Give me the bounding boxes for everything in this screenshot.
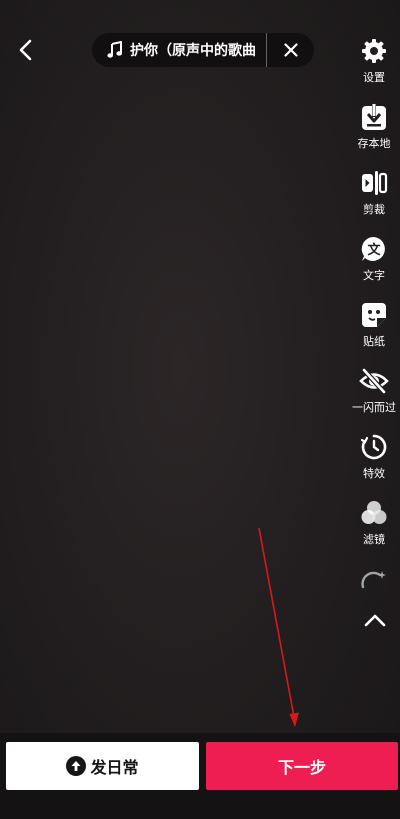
text-icon: 文: [359, 234, 389, 264]
sticker-icon: [359, 300, 389, 330]
music-pill-divider: [266, 33, 267, 67]
download-icon: [359, 102, 389, 132]
annotation-arrow: [258, 527, 299, 727]
tool-more-partial[interactable]: [350, 564, 398, 594]
gear-icon: [359, 36, 389, 66]
chevron-up-icon: [364, 614, 386, 627]
tool-label: 贴纸: [363, 335, 385, 348]
chevron-left-icon: [19, 39, 32, 61]
close-icon: [284, 43, 298, 57]
tool-sticker[interactable]: 贴纸: [350, 300, 398, 349]
tool-label: 存本地: [357, 137, 391, 150]
tool-flash[interactable]: 一闪而过: [350, 366, 398, 415]
tool-text[interactable]: 文 文字: [350, 234, 398, 283]
back-button[interactable]: [10, 34, 42, 66]
post-daily-label: 发日常: [90, 758, 139, 777]
music-selector[interactable]: 护你（原声中的歌曲: [92, 33, 314, 67]
tool-label: 设置: [363, 71, 385, 84]
tool-label: 剪裁: [363, 203, 385, 216]
eye-off-icon: [359, 366, 389, 396]
tool-label: 一闪而过: [352, 401, 396, 414]
tool-save-local[interactable]: 存本地: [350, 102, 398, 151]
tool-filter[interactable]: 滤镜: [350, 498, 398, 547]
next-step-label: 下一步: [277, 758, 326, 777]
effects-icon: [359, 432, 389, 462]
tool-label: 文字: [363, 269, 385, 282]
tool-settings[interactable]: 设置: [350, 36, 398, 85]
tool-label: 滤镜: [363, 533, 385, 546]
tool-effects[interactable]: 特效: [350, 432, 398, 481]
collapse-toolbar-button[interactable]: [361, 606, 389, 634]
upload-arrow-icon: [66, 756, 87, 776]
svg-text:文: 文: [367, 242, 381, 258]
remove-music-button[interactable]: [268, 33, 314, 67]
tool-label: 特效: [363, 467, 385, 480]
music-title: 护你（原声中的歌曲: [130, 43, 256, 59]
filter-icon: [359, 498, 389, 528]
next-step-button[interactable]: 下一步: [206, 742, 398, 790]
tool-trim[interactable]: 剪裁: [350, 168, 398, 217]
post-daily-button[interactable]: 发日常: [6, 742, 199, 790]
music-note-icon: [106, 41, 124, 59]
trim-icon: [359, 168, 389, 198]
beauty-icon: [359, 564, 389, 594]
